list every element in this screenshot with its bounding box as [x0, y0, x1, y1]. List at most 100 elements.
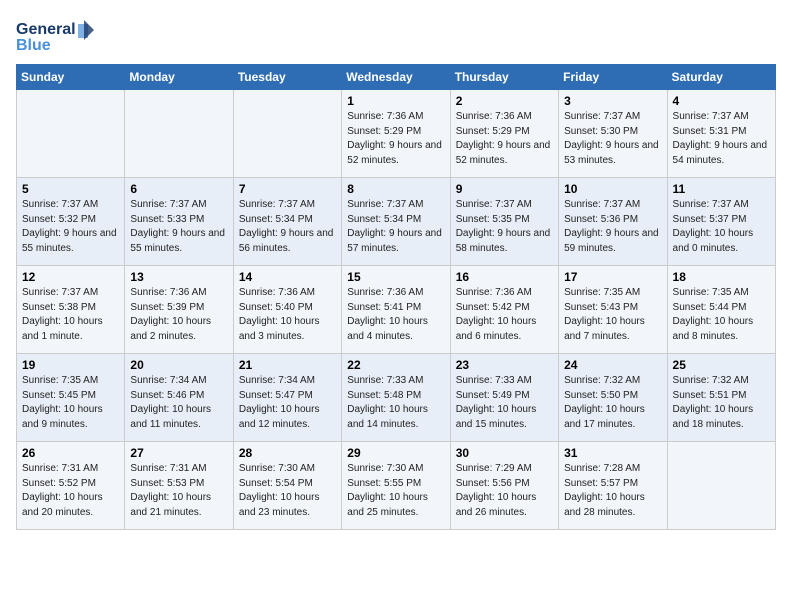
- day-number: 22: [347, 358, 444, 372]
- day-number: 28: [239, 446, 336, 460]
- calendar-cell: 14 Sunrise: 7:36 AMSunset: 5:40 PMDayligh…: [233, 266, 341, 354]
- calendar-cell: 16Sunrise: 7:36 AMSunset: 5:42 PMDayligh…: [450, 266, 558, 354]
- day-number: 21: [239, 358, 336, 372]
- calendar-cell: [125, 90, 233, 178]
- day-info: Sunrise: 7:33 AMSunset: 5:48 PMDaylight:…: [347, 374, 444, 432]
- day-number: 1: [347, 94, 444, 108]
- calendar-week-5: 26Sunrise: 7:31 AMSunset: 5:52 PMDayligh…: [17, 442, 776, 530]
- calendar-cell: 12Sunrise: 7:37 AMSunset: 5:38 PMDayligh…: [17, 266, 125, 354]
- day-info: Sunrise: 7:30 AMSunset: 5:54 PMDaylight:…: [239, 462, 336, 520]
- svg-text:General: General: [16, 21, 76, 38]
- day-info: Sunrise: 7:37 AMSunset: 5:35 PMDaylight:…: [456, 198, 553, 256]
- day-number: 17: [564, 270, 661, 284]
- day-info: Sunrise: 7:36 AMSunset: 5:42 PMDaylight:…: [456, 286, 553, 344]
- day-info: Sunrise: 7:29 AMSunset: 5:56 PMDaylight:…: [456, 462, 553, 520]
- calendar-cell: 17Sunrise: 7:35 AMSunset: 5:43 PMDayligh…: [559, 266, 667, 354]
- day-number: 13: [130, 270, 227, 284]
- calendar-cell: 3 Sunrise: 7:37 AMSunset: 5:30 PMDaylight…: [559, 90, 667, 178]
- calendar-header: SundayMondayTuesdayWednesdayThursdayFrid…: [17, 65, 776, 90]
- calendar-week-4: 19 Sunrise: 7:35 AMSunset: 5:45 PMDayligh…: [17, 354, 776, 442]
- day-number: 2: [456, 94, 553, 108]
- calendar-cell: 24 Sunrise: 7:32 AMSunset: 5:50 PMDayligh…: [559, 354, 667, 442]
- calendar-cell: 19 Sunrise: 7:35 AMSunset: 5:45 PMDayligh…: [17, 354, 125, 442]
- day-info: Sunrise: 7:37 AMSunset: 5:37 PMDaylight:…: [673, 198, 770, 256]
- calendar-cell: 7 Sunrise: 7:37 AMSunset: 5:34 PMDaylight…: [233, 178, 341, 266]
- day-info: Sunrise: 7:32 AMSunset: 5:50 PMDaylight:…: [564, 374, 661, 432]
- calendar-cell: 13 Sunrise: 7:36 AMSunset: 5:39 PMDayligh…: [125, 266, 233, 354]
- calendar-cell: 22 Sunrise: 7:33 AMSunset: 5:48 PMDayligh…: [342, 354, 450, 442]
- calendar-cell: 21 Sunrise: 7:34 AMSunset: 5:47 PMDayligh…: [233, 354, 341, 442]
- day-info: Sunrise: 7:37 AMSunset: 5:33 PMDaylight:…: [130, 198, 227, 256]
- day-info: Sunrise: 7:28 AMSunset: 5:57 PMDaylight:…: [564, 462, 661, 520]
- day-number: 25: [673, 358, 770, 372]
- day-number: 10: [564, 182, 661, 196]
- weekday-header-wednesday: Wednesday: [342, 65, 450, 90]
- day-info: Sunrise: 7:36 AMSunset: 5:29 PMDaylight:…: [456, 110, 553, 168]
- day-number: 19: [22, 358, 119, 372]
- page-header: General Blue: [16, 16, 776, 56]
- calendar-cell: 11 Sunrise: 7:37 AMSunset: 5:37 PMDayligh…: [667, 178, 775, 266]
- day-info: Sunrise: 7:37 AMSunset: 5:30 PMDaylight:…: [564, 110, 661, 168]
- day-number: 9: [456, 182, 553, 196]
- logo: General Blue: [16, 16, 96, 56]
- day-info: Sunrise: 7:36 AMSunset: 5:40 PMDaylight:…: [239, 286, 336, 344]
- day-number: 7: [239, 182, 336, 196]
- day-info: Sunrise: 7:37 AMSunset: 5:36 PMDaylight:…: [564, 198, 661, 256]
- day-number: 31: [564, 446, 661, 460]
- calendar-cell: 1 Sunrise: 7:36 AMSunset: 5:29 PMDaylight…: [342, 90, 450, 178]
- day-number: 29: [347, 446, 444, 460]
- calendar-cell: 28 Sunrise: 7:30 AMSunset: 5:54 PMDayligh…: [233, 442, 341, 530]
- calendar-cell: 8 Sunrise: 7:37 AMSunset: 5:34 PMDaylight…: [342, 178, 450, 266]
- day-info: Sunrise: 7:33 AMSunset: 5:49 PMDaylight:…: [456, 374, 553, 432]
- day-info: Sunrise: 7:35 AMSunset: 5:45 PMDaylight:…: [22, 374, 119, 432]
- day-info: Sunrise: 7:36 AMSunset: 5:41 PMDaylight:…: [347, 286, 444, 344]
- day-number: 6: [130, 182, 227, 196]
- day-number: 14: [239, 270, 336, 284]
- day-number: 8: [347, 182, 444, 196]
- weekday-header-monday: Monday: [125, 65, 233, 90]
- calendar-cell: 2 Sunrise: 7:36 AMSunset: 5:29 PMDaylight…: [450, 90, 558, 178]
- weekday-header-saturday: Saturday: [667, 65, 775, 90]
- day-number: 30: [456, 446, 553, 460]
- day-number: 15: [347, 270, 444, 284]
- day-info: Sunrise: 7:32 AMSunset: 5:51 PMDaylight:…: [673, 374, 770, 432]
- calendar-cell: 27Sunrise: 7:31 AMSunset: 5:53 PMDayligh…: [125, 442, 233, 530]
- day-info: Sunrise: 7:37 AMSunset: 5:32 PMDaylight:…: [22, 198, 119, 256]
- weekday-header-sunday: Sunday: [17, 65, 125, 90]
- logo-icon: General Blue: [16, 16, 96, 56]
- calendar-cell: 4Sunrise: 7:37 AMSunset: 5:31 PMDaylight…: [667, 90, 775, 178]
- day-number: 24: [564, 358, 661, 372]
- day-number: 27: [130, 446, 227, 460]
- calendar-cell: 6 Sunrise: 7:37 AMSunset: 5:33 PMDaylight…: [125, 178, 233, 266]
- day-number: 12: [22, 270, 119, 284]
- day-info: Sunrise: 7:36 AMSunset: 5:39 PMDaylight:…: [130, 286, 227, 344]
- day-info: Sunrise: 7:30 AMSunset: 5:55 PMDaylight:…: [347, 462, 444, 520]
- calendar-cell: [667, 442, 775, 530]
- calendar-cell: 23Sunrise: 7:33 AMSunset: 5:49 PMDayligh…: [450, 354, 558, 442]
- day-info: Sunrise: 7:36 AMSunset: 5:29 PMDaylight:…: [347, 110, 444, 168]
- calendar-cell: 15 Sunrise: 7:36 AMSunset: 5:41 PMDayligh…: [342, 266, 450, 354]
- calendar-cell: [233, 90, 341, 178]
- day-number: 20: [130, 358, 227, 372]
- weekday-header-friday: Friday: [559, 65, 667, 90]
- day-info: Sunrise: 7:34 AMSunset: 5:47 PMDaylight:…: [239, 374, 336, 432]
- svg-text:Blue: Blue: [16, 37, 51, 54]
- calendar-table: SundayMondayTuesdayWednesdayThursdayFrid…: [16, 64, 776, 530]
- calendar-week-2: 5Sunrise: 7:37 AMSunset: 5:32 PMDaylight…: [17, 178, 776, 266]
- calendar-cell: 20 Sunrise: 7:34 AMSunset: 5:46 PMDayligh…: [125, 354, 233, 442]
- calendar-cell: 25 Sunrise: 7:32 AMSunset: 5:51 PMDayligh…: [667, 354, 775, 442]
- day-info: Sunrise: 7:37 AMSunset: 5:34 PMDaylight:…: [239, 198, 336, 256]
- day-number: 26: [22, 446, 119, 460]
- day-number: 11: [673, 182, 770, 196]
- day-info: Sunrise: 7:37 AMSunset: 5:34 PMDaylight:…: [347, 198, 444, 256]
- calendar-week-3: 12Sunrise: 7:37 AMSunset: 5:38 PMDayligh…: [17, 266, 776, 354]
- day-number: 3: [564, 94, 661, 108]
- calendar-cell: 9 Sunrise: 7:37 AMSunset: 5:35 PMDaylight…: [450, 178, 558, 266]
- day-info: Sunrise: 7:34 AMSunset: 5:46 PMDaylight:…: [130, 374, 227, 432]
- weekday-header-tuesday: Tuesday: [233, 65, 341, 90]
- weekday-header-thursday: Thursday: [450, 65, 558, 90]
- calendar-week-1: 1 Sunrise: 7:36 AMSunset: 5:29 PMDaylight…: [17, 90, 776, 178]
- calendar-cell: 26Sunrise: 7:31 AMSunset: 5:52 PMDayligh…: [17, 442, 125, 530]
- calendar-cell: 5Sunrise: 7:37 AMSunset: 5:32 PMDaylight…: [17, 178, 125, 266]
- calendar-cell: 31 Sunrise: 7:28 AMSunset: 5:57 PMDayligh…: [559, 442, 667, 530]
